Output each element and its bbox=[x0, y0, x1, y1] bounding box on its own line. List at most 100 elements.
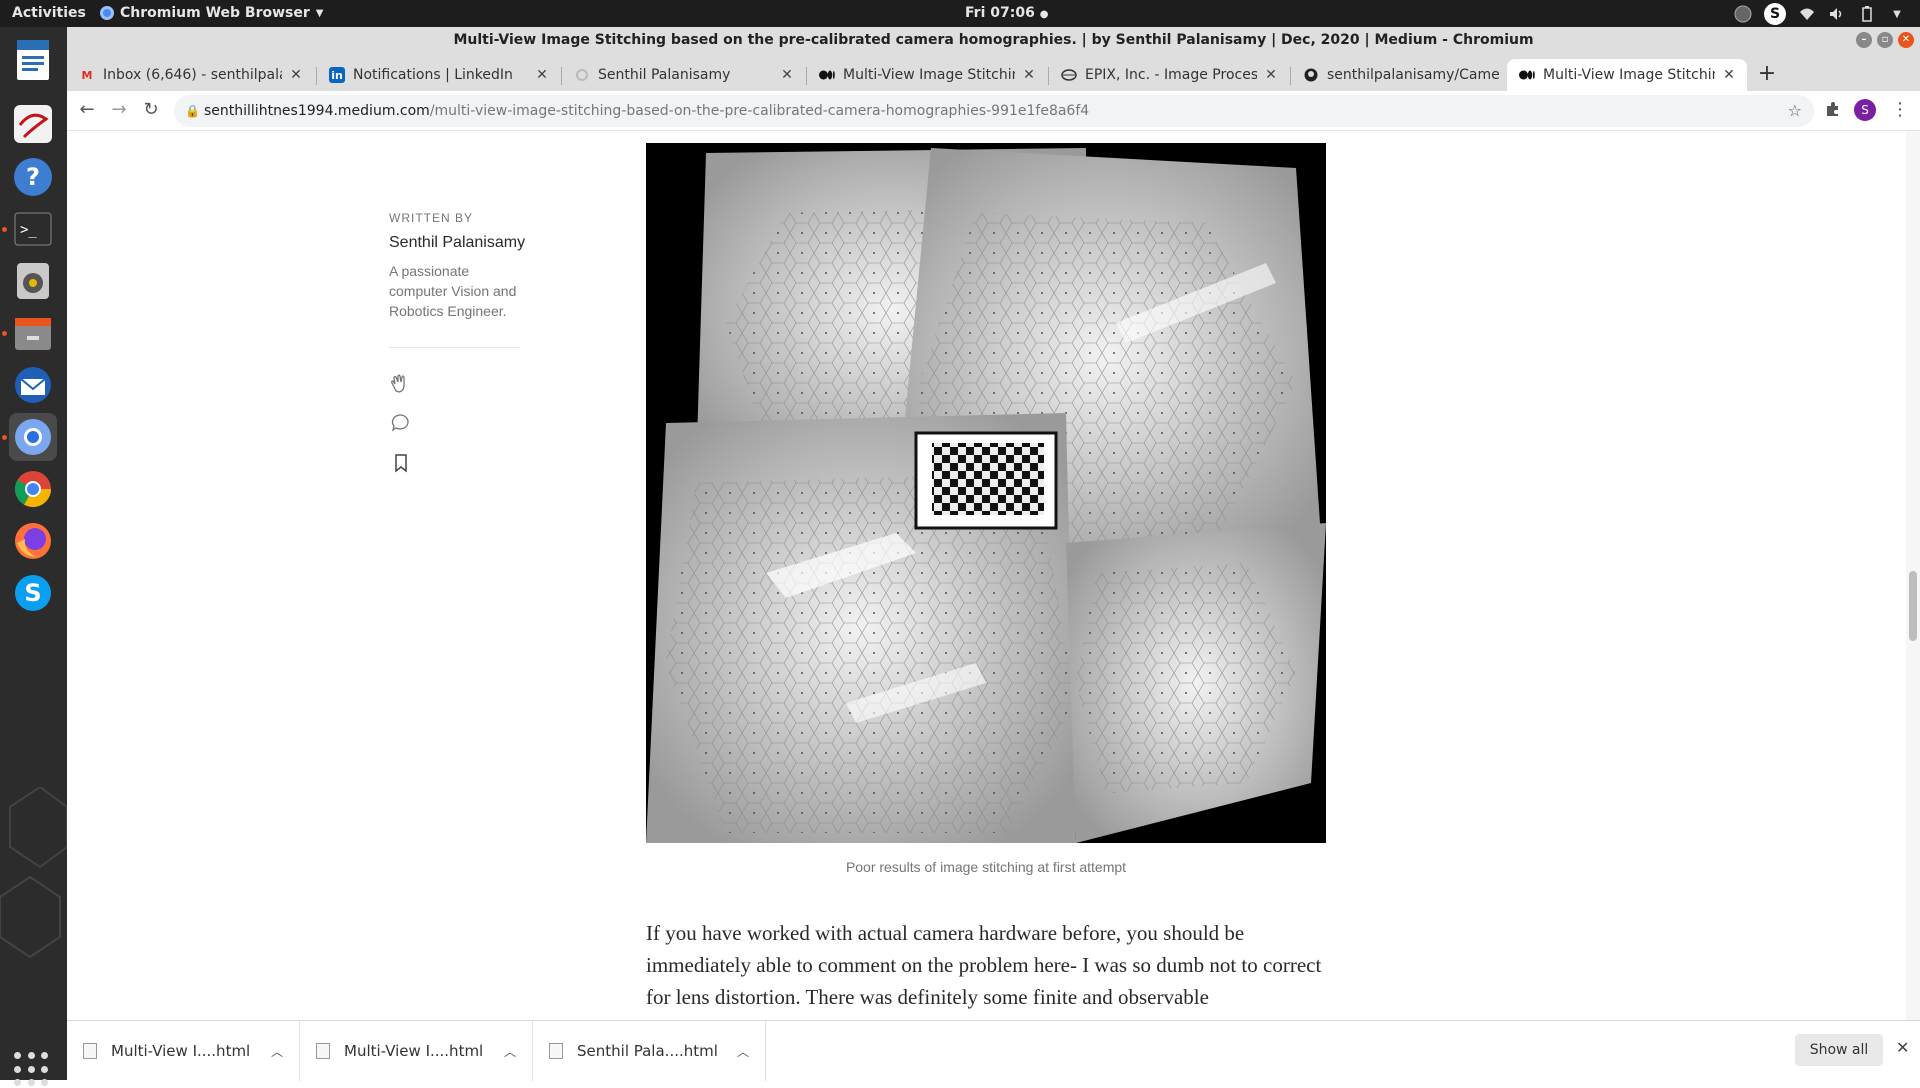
tab-linkedin[interactable]: in Notifications | LinkedIn ✕ bbox=[317, 59, 560, 91]
wifi-icon[interactable] bbox=[1798, 5, 1816, 23]
dock-rhythmbox[interactable] bbox=[9, 257, 57, 305]
html-file-icon bbox=[549, 1043, 563, 1059]
back-button[interactable]: ← bbox=[75, 99, 99, 123]
stitched-image bbox=[646, 143, 1326, 843]
dock-chrome[interactable] bbox=[9, 465, 57, 513]
document-viewer-icon bbox=[14, 105, 52, 143]
window-close-button[interactable]: ✕ bbox=[1898, 32, 1914, 48]
scrollbar-thumb[interactable] bbox=[1909, 571, 1917, 641]
lock-icon[interactable]: 🔒 bbox=[185, 95, 200, 127]
dock-firefox[interactable] bbox=[9, 517, 57, 565]
chromium-icon bbox=[15, 419, 51, 455]
dock-help[interactable]: ? bbox=[9, 153, 57, 201]
window-titlebar[interactable]: Multi-View Image Stitching based on the … bbox=[67, 27, 1920, 55]
close-icon[interactable]: ✕ bbox=[1896, 1038, 1909, 1057]
dock-terminal[interactable]: >_ bbox=[2, 205, 57, 253]
chrome-icon bbox=[14, 471, 52, 508]
dock-thunderbird[interactable] bbox=[9, 361, 57, 409]
speaker-icon bbox=[17, 263, 49, 299]
dock-libreoffice-writer[interactable] bbox=[9, 36, 57, 84]
dock-chromium[interactable] bbox=[2, 413, 57, 461]
profile-avatar[interactable]: S bbox=[1854, 99, 1876, 121]
download-item[interactable]: Senthil Pala....html ︿ bbox=[533, 1021, 766, 1081]
show-all-button[interactable]: Show all bbox=[1795, 1034, 1883, 1066]
battery-icon[interactable] bbox=[1858, 5, 1876, 23]
chevron-up-icon[interactable]: ︿ bbox=[267, 1043, 287, 1060]
close-icon[interactable]: ✕ bbox=[534, 67, 550, 83]
tab-label: Inbox (6,646) - senthilpala bbox=[103, 67, 282, 83]
skype-tray-icon[interactable]: S bbox=[1764, 3, 1786, 25]
html-file-icon bbox=[316, 1043, 330, 1059]
dock-files[interactable] bbox=[2, 309, 57, 357]
system-menu-chevron-icon[interactable]: ▼ bbox=[1888, 5, 1906, 23]
github-icon bbox=[1303, 67, 1319, 83]
medium-icon bbox=[1519, 67, 1535, 83]
tab-label: senthilpalanisamy/Camer bbox=[1327, 67, 1499, 83]
download-item[interactable]: Multi-View I....html ︿ bbox=[300, 1021, 533, 1081]
maximize-button[interactable]: ▫ bbox=[1877, 32, 1893, 48]
download-filename: Multi-View I....html bbox=[344, 1042, 484, 1060]
tab-medium-active[interactable]: Multi-View Image Stitchin ✕ bbox=[1507, 59, 1747, 91]
globe-icon[interactable] bbox=[1734, 5, 1752, 23]
browser-toolbar: ← → ↻ 🔒 senthillihtnes1994.medium.com/mu… bbox=[67, 91, 1920, 131]
firefox-icon bbox=[15, 523, 51, 559]
close-icon[interactable]: ✕ bbox=[288, 67, 304, 83]
tab-medium-1[interactable]: Multi-View Image Stitchin ✕ bbox=[807, 59, 1047, 91]
forward-button[interactable]: → bbox=[107, 99, 131, 123]
page-content: WRITTEN BY Senthil Palanisamy A passiona… bbox=[67, 131, 1920, 1047]
reload-button[interactable]: ↻ bbox=[139, 99, 163, 123]
app-grid-dot bbox=[41, 1052, 49, 1059]
address-bar[interactable]: 🔒 senthillihtnes1994.medium.com/multi-vi… bbox=[174, 95, 1814, 127]
tab-senthil[interactable]: Senthil Palanisamy ✕ bbox=[562, 59, 805, 91]
close-icon[interactable]: ✕ bbox=[1021, 67, 1037, 83]
chromium-icon bbox=[100, 6, 114, 20]
download-filename: Multi-View I....html bbox=[111, 1042, 251, 1060]
tab-gmail[interactable]: M Inbox (6,646) - senthilpala ✕ bbox=[67, 59, 314, 91]
volume-icon[interactable] bbox=[1828, 5, 1846, 23]
dock-evince[interactable] bbox=[9, 100, 57, 148]
written-by-label: WRITTEN BY bbox=[389, 211, 473, 225]
show-applications-button[interactable] bbox=[14, 1052, 50, 1088]
svg-text:>_: >_ bbox=[20, 222, 37, 238]
download-item[interactable]: Multi-View I....html ︿ bbox=[67, 1021, 300, 1081]
tab-label: Senthil Palanisamy bbox=[598, 67, 731, 83]
clock[interactable]: Fri 07:06 ● bbox=[965, 5, 1048, 21]
running-indicator bbox=[2, 331, 7, 336]
vertical-scrollbar[interactable] bbox=[1906, 131, 1920, 1047]
dock: ? >_ S bbox=[0, 27, 67, 1087]
tab-epix[interactable]: EPIX, Inc. - Image Processi ✕ bbox=[1049, 59, 1289, 91]
chevron-down-icon: ▼ bbox=[315, 7, 324, 19]
url-path: /multi-view-image-stitching-based-on-the… bbox=[429, 103, 1090, 119]
divider bbox=[389, 347, 520, 348]
dock-skype[interactable]: S bbox=[9, 569, 57, 617]
app-grid-dot bbox=[41, 1079, 49, 1087]
system-tray[interactable]: S ▼ bbox=[1734, 3, 1906, 25]
tab-github[interactable]: senthilpalanisamy/Camer ✕ bbox=[1291, 59, 1531, 91]
chevron-up-icon[interactable]: ︿ bbox=[733, 1043, 753, 1060]
minimize-button[interactable]: – bbox=[1856, 32, 1872, 48]
kebab-menu-icon[interactable]: ⋮ bbox=[1891, 99, 1909, 120]
gmail-icon: M bbox=[81, 68, 93, 82]
epix-icon bbox=[1061, 67, 1077, 83]
activities-button[interactable]: Activities bbox=[12, 5, 86, 21]
app-grid-dot bbox=[27, 1065, 35, 1073]
bookmark-icon[interactable] bbox=[389, 451, 413, 475]
article-paragraph: If you have worked with actual camera ha… bbox=[646, 921, 1322, 1009]
author-name-link[interactable]: Senthil Palanisamy bbox=[389, 233, 529, 253]
comment-icon[interactable] bbox=[389, 411, 413, 435]
app-menu[interactable]: Chromium Web Browser ▼ bbox=[100, 5, 323, 21]
clap-icon[interactable] bbox=[389, 371, 413, 395]
extensions-puzzle-icon[interactable] bbox=[1825, 101, 1841, 121]
new-tab-button[interactable]: + bbox=[1753, 61, 1781, 89]
close-icon[interactable]: ✕ bbox=[1721, 67, 1737, 83]
window-title: Multi-View Image Stitching based on the … bbox=[453, 32, 1534, 48]
running-indicator bbox=[2, 227, 7, 232]
close-icon[interactable]: ✕ bbox=[1263, 67, 1279, 83]
chevron-up-icon[interactable]: ︿ bbox=[500, 1043, 520, 1060]
close-icon[interactable]: ✕ bbox=[779, 67, 795, 83]
tab-label: Multi-View Image Stitchin bbox=[843, 67, 1015, 83]
bookmark-star-icon[interactable]: ☆ bbox=[1788, 95, 1802, 127]
html-file-icon bbox=[83, 1043, 97, 1059]
tab-label: Notifications | LinkedIn bbox=[353, 67, 513, 83]
writer-icon bbox=[17, 40, 49, 80]
